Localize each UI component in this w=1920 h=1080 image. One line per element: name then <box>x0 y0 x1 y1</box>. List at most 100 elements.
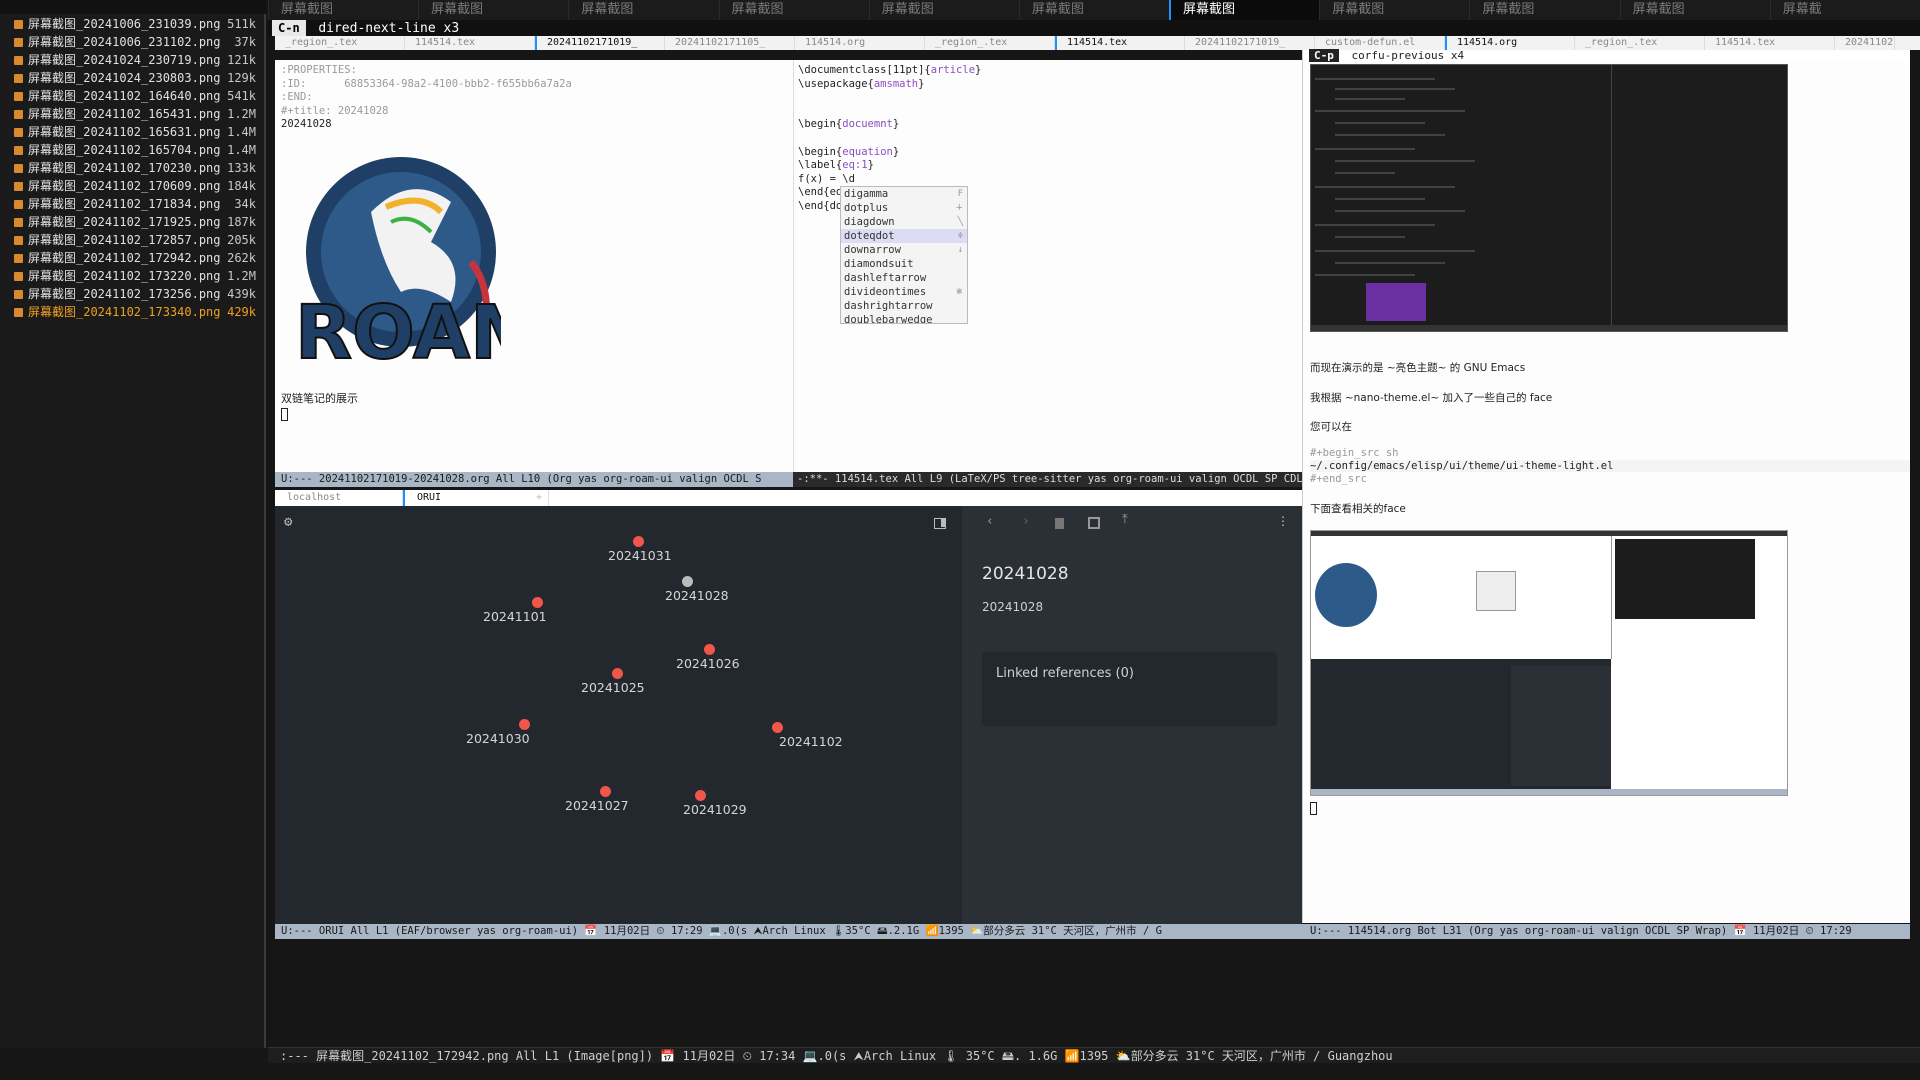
window-tab[interactable]: 20241102171105_ <box>665 36 795 50</box>
dired-file-row[interactable]: 屏幕截图_20241006_231039.png 511k <box>0 15 264 33</box>
graph-node-label: 20241029 <box>683 802 747 817</box>
completion-label: downarrow <box>844 244 901 256</box>
tex-line: \usepackage{amsmath} <box>798 77 925 90</box>
completion-item[interactable]: dashleftarrow <box>841 271 967 285</box>
graph-node[interactable] <box>682 576 693 587</box>
dired-file-row[interactable]: 屏幕截图_20241102_171834.png 34k <box>0 195 264 213</box>
cursor <box>281 408 288 421</box>
back-icon[interactable]: ‹ <box>986 514 994 529</box>
org-pane[interactable]: :PROPERTIES: :ID: 68853364-98a2-4100-bbb… <box>275 60 793 473</box>
window-tab[interactable]: 20241102171 <box>1835 36 1895 50</box>
frame-tab[interactable]: 屏幕截图_2024110... <box>1619 0 1770 37</box>
frame-tab[interactable]: 屏幕截图_2024110... <box>568 0 718 37</box>
linked-references-card[interactable]: Linked references (0) <box>982 652 1277 726</box>
image-file-icon <box>14 20 23 29</box>
window-tab[interactable]: 20241102171019_ <box>1185 36 1315 50</box>
text-line-1: 而现在演示的是 ~亮色主题~ 的 GNU Emacs <box>1310 362 1526 374</box>
tex-modeline: -:**- 114514.tex All L9 (LaTeX/PS tree-s… <box>793 472 1302 487</box>
graph-node[interactable] <box>519 719 530 730</box>
graph-node[interactable] <box>600 786 611 797</box>
graph-node[interactable] <box>695 790 706 801</box>
linked-references-label: Linked references (0) <box>996 666 1134 681</box>
dired-file-row[interactable]: 屏幕截图_20241006_231102.png 37k <box>0 33 264 51</box>
tex-line: \label{eq:1} <box>798 159 874 172</box>
image-file-icon <box>14 146 23 155</box>
frame-tab[interactable]: 屏幕截图_2024110... <box>1319 0 1469 37</box>
frame-tab[interactable]: 屏幕截图_2024110... <box>1018 0 1169 37</box>
file-name: 屏幕截图_20241102_165431.png <box>28 107 221 121</box>
completion-item[interactable]: diagdown ╲ <box>841 215 967 229</box>
window-tab[interactable]: _region_.tex <box>275 36 405 50</box>
dired-file-row[interactable]: 屏幕截图_20241102_170609.png 184k <box>0 177 264 195</box>
dired-file-row[interactable]: 屏幕截图_20241102_164640.png 541k <box>0 87 264 105</box>
org-right-pane[interactable]: C-p corfu-previous x4 而现在演示的是 ~亮色主题~ 的 G… <box>1302 49 1910 923</box>
image-file-icon <box>14 200 23 209</box>
dired-file-row[interactable]: 屏幕截图_20241102_165431.png 1.2M <box>0 105 264 123</box>
forward-icon[interactable]: › <box>1022 514 1030 529</box>
node-title: 20241028 <box>982 564 1069 584</box>
sidebar-toggle-icon[interactable] <box>934 518 946 529</box>
frame-tab[interactable]: 屏幕截图_2024110... <box>718 0 869 37</box>
window-tab[interactable]: custom-defun.el <box>1315 36 1445 50</box>
window-tab[interactable]: 114514.org <box>1445 36 1575 50</box>
dired-file-row[interactable]: 屏幕截图_20241102_173220.png 1.2M <box>0 267 264 285</box>
roam-logo: ROAM <box>291 152 545 377</box>
dired-file-row[interactable]: 屏幕截图_20241102_165631.png 1.4M <box>0 123 264 141</box>
completion-annotation: ↓ <box>957 245 963 255</box>
image-file-icon <box>14 38 23 47</box>
trash-icon[interactable] <box>1055 518 1064 529</box>
frame-tab[interactable]: 屏幕截图_2024110... <box>418 0 568 37</box>
dired-file-row[interactable]: 屏幕截图_20241024_230719.png 121k <box>0 51 264 69</box>
window-tab[interactable]: 114514.org <box>795 36 925 50</box>
graph-node[interactable] <box>612 668 623 679</box>
frame-tab[interactable]: 屏幕截图_2024110... <box>1169 0 1320 37</box>
window-tab[interactable]: 114514.tex <box>405 36 535 50</box>
gear-icon[interactable]: ⚙ <box>284 515 298 529</box>
completion-item[interactable]: digamma F <box>841 187 967 201</box>
graph-node[interactable] <box>772 722 783 733</box>
dired-file-row[interactable]: 屏幕截图_20241102_173340.png 429k <box>0 303 264 321</box>
dired-file-row[interactable]: 屏幕截图_20241102_173256.png 439k <box>0 285 264 303</box>
dired-file-row[interactable]: 屏幕截图_20241102_172942.png 262k <box>0 249 264 267</box>
graph-node[interactable] <box>532 597 543 608</box>
completion-item[interactable]: dotplus ∔ <box>841 201 967 215</box>
graph-node[interactable] <box>633 536 644 547</box>
collapse-icon[interactable]: ⤒ <box>1122 512 1128 527</box>
completion-item[interactable]: diamondsuit <box>841 257 967 271</box>
frame-tab[interactable]: 屏幕截图_2024102... <box>1469 0 1619 37</box>
completion-label: doublebarwedge <box>844 314 933 324</box>
text-line-3: 您可以在 <box>1310 421 1352 433</box>
src-line: ~/.config/emacs/elisp/ui/theme/ui-theme-… <box>1310 460 1910 472</box>
tab-orui[interactable]: ORUI + <box>403 490 549 506</box>
graph-node[interactable] <box>704 644 715 655</box>
more-icon[interactable]: ⋮ <box>1277 514 1289 528</box>
org-roam-graph[interactable]: ⚙ 20241031 20241028 20241101 20241026 202410… <box>275 506 962 924</box>
window-tab[interactable]: 20241102171019_ <box>535 36 665 50</box>
dired-file-row[interactable]: 屏幕截图_20241024_230803.png 129k <box>0 69 264 87</box>
dired-file-row[interactable]: 屏幕截图_20241102_170230.png 133k <box>0 159 264 177</box>
window-tab[interactable]: _region_.tex <box>925 36 1055 50</box>
file-size: 511k <box>227 17 256 31</box>
frame-tab[interactable]: 屏幕截图_2024110... <box>868 0 1019 37</box>
completion-item[interactable]: doteqdot ≑ <box>841 229 967 243</box>
dired-file-row[interactable]: 屏幕截图_20241102_172857.png 205k <box>0 231 264 249</box>
list-icon[interactable] <box>1088 517 1100 529</box>
src-begin: #+begin_src sh <box>1310 447 1399 459</box>
tab-localhost[interactable]: localhost <box>275 490 403 506</box>
file-name: 屏幕截图_20241102_170609.png <box>28 179 221 193</box>
tex-line <box>798 91 1298 105</box>
window-tab[interactable]: 114514.tex <box>1705 36 1835 50</box>
frame-tab[interactable]: 屏幕截 <box>1769 0 1920 20</box>
window-tab[interactable]: 114514.tex <box>1055 36 1185 50</box>
frame-tab[interactable]: 屏幕截图_2024110... <box>268 0 418 37</box>
dired-file-row[interactable]: 屏幕截图_20241102_165704.png 1.4M <box>0 141 264 159</box>
window-tab[interactable]: _region_.tex <box>1575 36 1705 50</box>
title-line: #+title: 20241028 <box>281 104 389 117</box>
dired-file-row[interactable]: 屏幕截图_20241102_171925.png 187k <box>0 213 264 231</box>
completion-popup[interactable]: digamma Fdotplus ∔ diagdown ╲ doteqdot ≑ downar… <box>840 186 968 324</box>
completion-item[interactable]: divideontimes ⋇ <box>841 285 967 299</box>
completion-item[interactable]: doublebarwedge <box>841 313 967 324</box>
completion-item[interactable]: dashrightarrow <box>841 299 967 313</box>
file-name: 屏幕截图_20241006_231039.png <box>28 17 221 31</box>
completion-item[interactable]: downarrow ↓ <box>841 243 967 257</box>
